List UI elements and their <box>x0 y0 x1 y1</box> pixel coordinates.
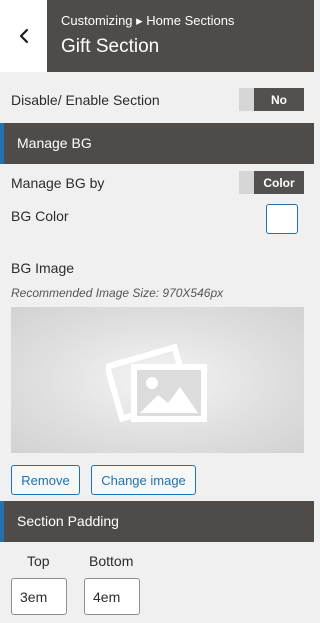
manage-bg-heading-label: Manage BG <box>17 135 92 151</box>
bg-color-label: BG Color <box>11 208 69 224</box>
section-accent <box>0 123 4 164</box>
section-padding-heading[interactable]: Section Padding <box>0 501 314 542</box>
manage-bg-heading[interactable]: Manage BG <box>0 123 314 164</box>
padding-bottom-input[interactable]: 4em <box>84 578 140 615</box>
bg-image-preview[interactable] <box>11 307 304 453</box>
padding-top-label: Top <box>27 553 50 569</box>
image-icon <box>105 343 207 423</box>
section-padding-heading-label: Section Padding <box>17 513 119 529</box>
customizer-header: Customizing ▸ Home Sections Gift Section <box>0 0 314 72</box>
page-title: Gift Section <box>61 36 160 57</box>
manage-bg-by-label: Manage BG by <box>11 175 105 191</box>
chevron-left-icon <box>19 28 28 44</box>
manage-bg-by-toggle[interactable]: Color <box>239 171 304 194</box>
back-button[interactable] <box>0 0 47 72</box>
padding-bottom-label: Bottom <box>89 553 134 569</box>
padding-top-input[interactable]: 3em <box>11 578 67 615</box>
bg-image-label: BG Image <box>11 260 75 276</box>
section-toggle-label: Disable/ Enable Section <box>11 92 160 108</box>
section-toggle[interactable]: No <box>239 88 304 111</box>
remove-image-button[interactable]: Remove <box>11 465 80 495</box>
section-toggle-value: No <box>254 88 304 111</box>
manage-bg-by-value: Color <box>254 171 304 194</box>
change-image-button[interactable]: Change image <box>91 465 196 495</box>
breadcrumb: Customizing ▸ Home Sections <box>61 13 235 28</box>
image-size-hint: Recommended Image Size: 970X546px <box>11 286 224 300</box>
section-accent <box>0 501 4 542</box>
bg-color-swatch[interactable] <box>266 204 298 234</box>
